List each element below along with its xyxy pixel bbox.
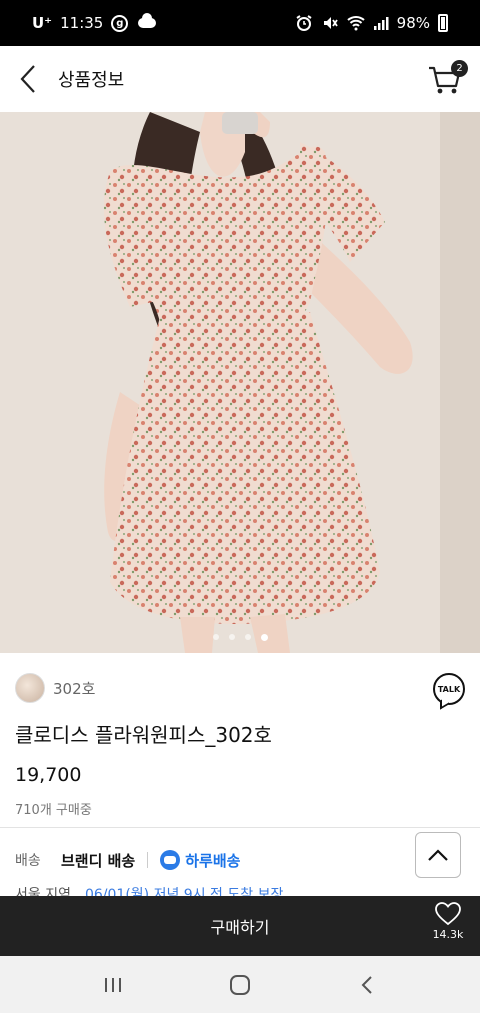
status-bar: U⁺ 11:35 g 98%: [0, 0, 480, 46]
cart-button[interactable]: 2: [428, 60, 468, 100]
seller-avatar[interactable]: [15, 673, 45, 703]
express-delivery-badge: 하루배송: [160, 850, 240, 871]
buy-button[interactable]: 구매하기: [211, 914, 270, 938]
status-left: U⁺ 11:35 g: [32, 13, 157, 32]
gallery-dot[interactable]: [244, 634, 251, 640]
gallery-pagination: [0, 634, 480, 641]
heart-icon: [435, 902, 461, 926]
wifi-icon: [346, 16, 365, 31]
cloud-icon: [138, 13, 157, 28]
carrier-label: U⁺: [32, 14, 53, 32]
recent-apps-button[interactable]: [93, 965, 133, 1005]
talk-label: TALK: [437, 684, 461, 694]
home-button[interactable]: [220, 965, 260, 1005]
mute-icon: [323, 17, 338, 29]
home-icon: [229, 974, 250, 995]
delivery-label: 배송: [15, 853, 41, 869]
purchase-count: 710개 구매중: [15, 803, 92, 818]
talk-button[interactable]: TALK: [433, 673, 465, 705]
scroll-top-button[interactable]: [415, 832, 461, 878]
product-image[interactable]: [0, 112, 480, 653]
buy-bar[interactable]: 구매하기 14.3k: [0, 896, 480, 956]
express-delivery-label: 하루배송: [185, 851, 241, 870]
divider: [0, 827, 480, 828]
delivery-truck-icon: [160, 850, 181, 870]
seller-row: 302호 TALK: [0, 653, 480, 723]
cart-count-badge: 2: [451, 60, 468, 77]
status-right: 98%: [295, 14, 448, 32]
delivery-row: 배송 브랜디 배송 하루배송: [0, 838, 480, 882]
like-count: 14.3k: [432, 928, 464, 941]
chevron-left-icon: [20, 65, 35, 93]
recent-apps-icon: [105, 977, 122, 992]
system-nav-bar: [0, 956, 480, 1013]
system-back-button[interactable]: [347, 965, 387, 1005]
separator: [147, 852, 149, 868]
g-notification-icon: g: [111, 14, 129, 32]
status-time: 11:35: [60, 14, 104, 32]
battery-percent: 98%: [396, 14, 430, 32]
app-header: 상품정보 2: [0, 46, 480, 112]
like-button[interactable]: 14.3k: [432, 902, 464, 941]
gallery-dot[interactable]: [228, 634, 235, 640]
back-button[interactable]: [0, 46, 56, 112]
product-info: 302호 TALK 클로디스 플라워원피스_302호 19,700 710개 구…: [0, 653, 480, 819]
battery-icon: [438, 14, 448, 32]
product-price: 19,700: [15, 764, 82, 786]
back-arrow-icon: [361, 975, 372, 994]
product-photo: [0, 112, 480, 653]
signal-icon: [373, 17, 389, 30]
seller-name[interactable]: 302호: [53, 678, 95, 699]
gallery-dot[interactable]: [212, 634, 219, 640]
chevron-up-icon: [428, 849, 448, 861]
delivery-type: 브랜디 배송: [61, 851, 136, 870]
gallery-dot-active[interactable]: [260, 634, 268, 641]
page-title: 상품정보: [58, 70, 125, 91]
alarm-icon: [296, 15, 312, 31]
